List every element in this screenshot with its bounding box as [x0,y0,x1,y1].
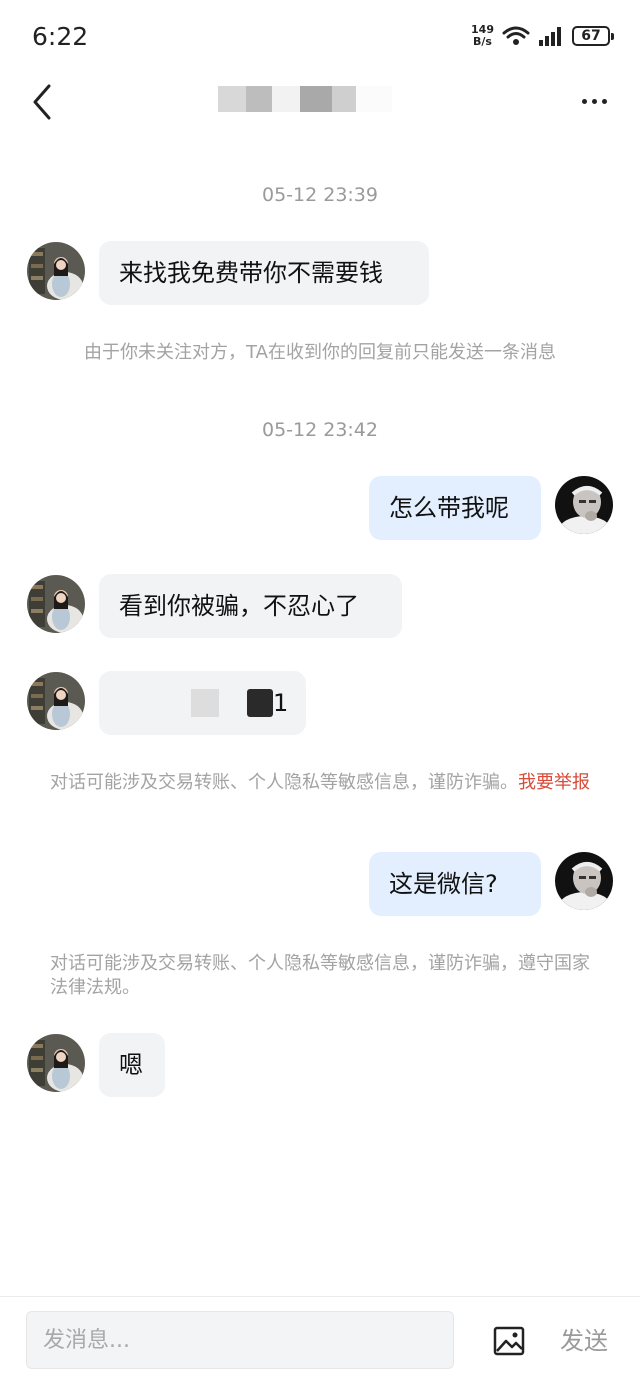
chevron-left-icon [33,84,51,120]
legal-warning-notice: 对话可能涉及交易转账、个人隐私等敏感信息，谨防诈骗，遵守国家法律法规。 [50,953,590,998]
redacted-message-tail: 1 [273,689,289,717]
fraud-warning-text: 对话可能涉及交易转账、个人隐私等敏感信息，谨防诈骗。 [50,772,518,793]
more-horizontal-icon [581,98,587,104]
battery-indicator: 67 [572,26,614,46]
status-time: 6:22 [32,22,89,51]
message-composer: 发送 [0,1296,640,1383]
my-avatar[interactable] [555,852,613,910]
network-speed-unit: B/s [473,35,492,48]
follow-limit-notice: 由于你未关注对方，TA在收到你的回复前只能发送一条消息 [84,342,556,363]
more-options-button[interactable] [576,84,612,118]
image-icon [493,1326,525,1356]
message-bubble-sent[interactable]: 这是微信? [369,852,541,916]
my-avatar[interactable] [555,476,613,534]
message-timestamp: 05-12 23:42 [261,419,378,441]
message-bubble-received[interactable]: 来找我免费带你不需要钱 [99,241,429,305]
message-timestamp: 05-12 23:39 [261,184,378,206]
message-bubble-received[interactable]: 嗯 [99,1033,165,1097]
back-button[interactable] [22,80,62,124]
fraud-warning-notice: 对话可能涉及交易转账、个人隐私等敏感信息，谨防诈骗。我要举报 [50,771,595,795]
message-bubble-sent[interactable]: 怎么带我呢 [369,476,541,540]
chat-header [0,72,640,134]
message-bubble-received-redacted[interactable]: 1 [99,671,306,735]
message-input[interactable] [26,1311,454,1369]
status-bar: 6:22 149 B/s 67 [0,0,640,72]
signal-icon [539,27,561,46]
contact-avatar[interactable] [27,575,85,633]
status-icons: 149 B/s 67 [471,24,614,48]
wifi-icon [502,26,530,45]
contact-avatar[interactable] [27,242,85,300]
report-link[interactable]: 我要举报 [518,772,590,793]
image-button[interactable] [493,1325,525,1357]
message-bubble-received[interactable]: 看到你被骗，不忍心了 [99,574,402,638]
contact-avatar[interactable] [27,1034,85,1092]
contact-name-redacted [218,86,428,112]
network-speed: 149 B/s [471,24,494,48]
send-button[interactable]: 发送 [560,1321,608,1356]
contact-avatar[interactable] [27,672,85,730]
